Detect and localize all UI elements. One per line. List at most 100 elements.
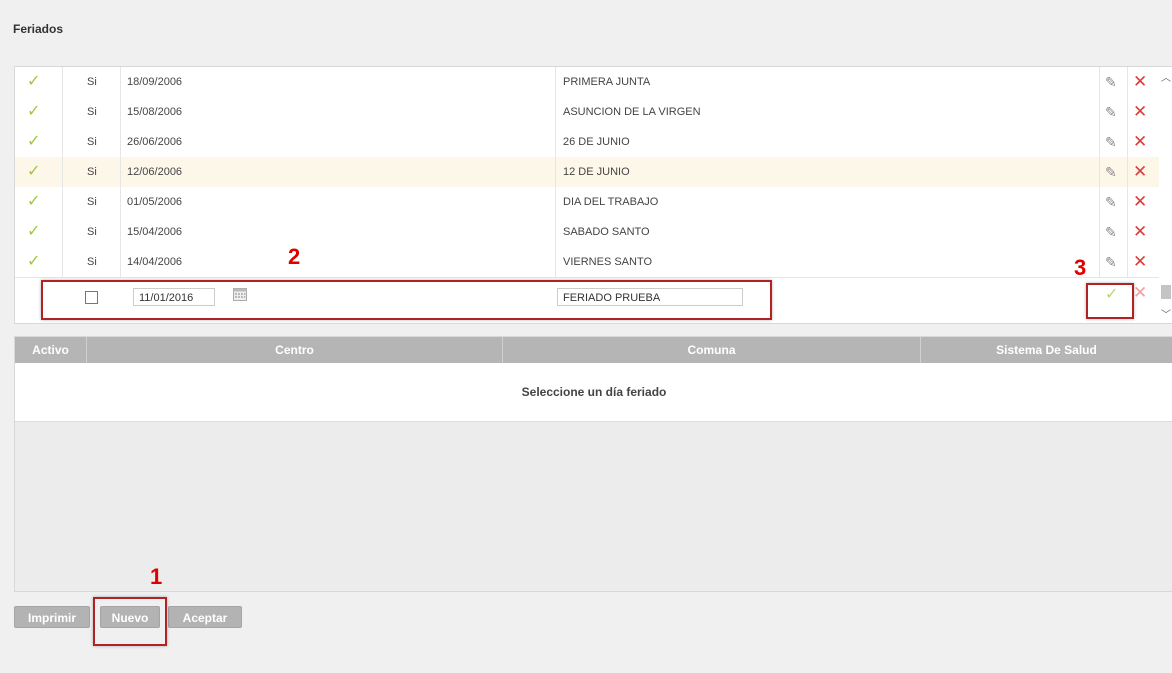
table-row[interactable]: ✓ Si 26/06/2006 26 DE JUNIO ✎ ✕ xyxy=(15,127,1159,158)
si-cell: Si xyxy=(87,136,97,148)
pencil-icon[interactable]: ✎ xyxy=(1105,247,1117,277)
divider xyxy=(120,127,121,157)
divider xyxy=(555,127,556,157)
si-cell: Si xyxy=(87,196,97,208)
si-cell: Si xyxy=(87,226,97,238)
annotation-label-3: 3 xyxy=(1074,255,1087,280)
name-cell: DIA DEL TRABAJO xyxy=(563,196,659,208)
pencil-icon[interactable]: ✎ xyxy=(1105,127,1117,157)
column-header-activo[interactable]: Activo xyxy=(15,337,87,363)
table-row[interactable]: ✓ Si 14/04/2006 VIERNES SANTO ✎ ✕ xyxy=(15,247,1159,278)
name-cell: 12 DE JUNIO xyxy=(563,166,630,178)
divider xyxy=(1099,97,1100,127)
page-title: Feriados xyxy=(13,22,64,36)
table-row[interactable]: ✓ Si 01/05/2006 DIA DEL TRABAJO ✎ ✕ xyxy=(15,187,1159,218)
divider xyxy=(120,97,121,127)
table-row[interactable]: ✓ Si 18/09/2006 PRIMERA JUNTA ✎ ✕ xyxy=(15,67,1159,98)
date-cell: 01/05/2006 xyxy=(127,196,183,208)
accept-button[interactable]: Aceptar xyxy=(168,606,242,628)
chevron-down-icon[interactable]: ﹀ xyxy=(1161,306,1171,321)
divider xyxy=(120,247,121,277)
check-icon: ✓ xyxy=(27,193,41,210)
table-header: Activo Centro Comuna Sistema De Salud xyxy=(15,337,1172,363)
divider xyxy=(62,247,63,277)
annotation-box-save xyxy=(1086,283,1134,319)
divider xyxy=(1127,217,1128,247)
column-header-comuna[interactable]: Comuna xyxy=(503,337,921,363)
divider xyxy=(555,97,556,127)
divider xyxy=(120,187,121,217)
scrollbar[interactable]: ︿ ﹀ xyxy=(1159,67,1172,323)
divider xyxy=(62,97,63,127)
table-row[interactable]: ✓ Si 15/08/2006 ASUNCION DE LA VIRGEN ✎ … xyxy=(15,97,1159,128)
close-icon[interactable]: ✕ xyxy=(1133,67,1147,97)
check-icon: ✓ xyxy=(27,103,41,120)
si-cell: Si xyxy=(87,166,97,178)
table-row-selected[interactable]: ✓ Si 12/06/2006 12 DE JUNIO ✎ ✕ xyxy=(15,157,1159,188)
pencil-icon[interactable]: ✎ xyxy=(1105,187,1117,217)
divider xyxy=(1099,217,1100,247)
table-row[interactable]: ✓ Si 15/04/2006 SABADO SANTO ✎ ✕ xyxy=(15,217,1159,248)
date-cell: 14/04/2006 xyxy=(127,256,183,268)
divider xyxy=(1099,127,1100,157)
check-icon: ✓ xyxy=(27,253,41,270)
annotation-box-new-row xyxy=(41,280,772,320)
divider xyxy=(1127,247,1128,277)
divider xyxy=(120,217,121,247)
divider xyxy=(1127,157,1128,187)
annotation-label-2: 2 xyxy=(288,244,301,269)
divider xyxy=(62,127,63,157)
name-cell: 26 DE JUNIO xyxy=(563,136,630,148)
divider xyxy=(555,187,556,217)
close-icon[interactable]: ✕ xyxy=(1133,187,1147,217)
date-cell: 18/09/2006 xyxy=(127,76,183,88)
divider xyxy=(555,247,556,277)
divider xyxy=(1099,67,1100,97)
detail-grid: Activo Centro Comuna Sistema De Salud Se… xyxy=(14,336,1172,592)
divider xyxy=(62,217,63,247)
name-cell: PRIMERA JUNTA xyxy=(563,76,651,88)
si-cell: Si xyxy=(87,106,97,118)
divider xyxy=(1127,67,1128,97)
divider xyxy=(62,67,63,97)
divider xyxy=(120,157,121,187)
pencil-icon[interactable]: ✎ xyxy=(1105,157,1117,187)
pencil-icon[interactable]: ✎ xyxy=(1105,67,1117,97)
divider xyxy=(555,157,556,187)
date-cell: 15/04/2006 xyxy=(127,226,183,238)
si-cell: Si xyxy=(87,76,97,88)
divider xyxy=(1099,157,1100,187)
close-icon[interactable]: ✕ xyxy=(1133,217,1147,247)
divider xyxy=(62,157,63,187)
annotation-box-new-button xyxy=(93,597,167,646)
si-cell: Si xyxy=(87,256,97,268)
close-icon[interactable]: ✕ xyxy=(1133,157,1147,187)
column-header-centro[interactable]: Centro xyxy=(87,337,503,363)
close-icon[interactable]: ✕ xyxy=(1133,97,1147,127)
divider xyxy=(555,217,556,247)
pencil-icon[interactable]: ✎ xyxy=(1105,97,1117,127)
divider xyxy=(1127,187,1128,217)
annotation-label-1: 1 xyxy=(150,564,163,589)
name-cell: VIERNES SANTO xyxy=(563,256,653,268)
empty-state: Seleccione un día feriado xyxy=(15,363,1172,422)
empty-message: Seleccione un día feriado xyxy=(521,385,667,399)
check-icon: ✓ xyxy=(27,73,41,90)
chevron-up-icon[interactable]: ︿ xyxy=(1161,69,1171,84)
divider xyxy=(1127,97,1128,127)
divider xyxy=(1127,127,1128,157)
close-icon[interactable]: ✕ xyxy=(1133,283,1147,303)
print-button[interactable]: Imprimir xyxy=(14,606,90,628)
date-cell: 12/06/2006 xyxy=(127,166,183,178)
close-icon[interactable]: ✕ xyxy=(1133,127,1147,157)
date-cell: 26/06/2006 xyxy=(127,136,183,148)
close-icon[interactable]: ✕ xyxy=(1133,247,1147,277)
name-cell: ASUNCION DE LA VIRGEN xyxy=(563,106,701,118)
column-header-sistema-de-salud[interactable]: Sistema De Salud xyxy=(921,337,1172,363)
divider xyxy=(120,67,121,97)
date-cell: 15/08/2006 xyxy=(127,106,183,118)
pencil-icon[interactable]: ✎ xyxy=(1105,217,1117,247)
scrollbar-thumb[interactable] xyxy=(1161,285,1171,299)
divider xyxy=(62,187,63,217)
check-icon: ✓ xyxy=(27,163,41,180)
